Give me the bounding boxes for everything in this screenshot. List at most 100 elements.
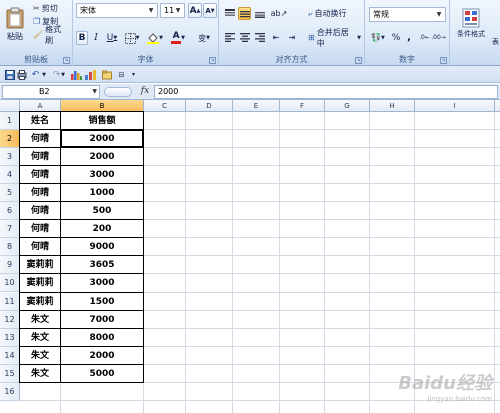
decrease-decimal-button[interactable]: .00→ xyxy=(431,31,446,44)
column-header-c[interactable]: C xyxy=(144,100,186,112)
bold-button[interactable]: B xyxy=(76,31,88,45)
name-cell[interactable]: 窦莉莉 xyxy=(20,293,60,311)
formula-input[interactable]: 2000 xyxy=(154,85,498,99)
font-color-button[interactable]: A ▼ xyxy=(168,31,188,45)
row-header-13[interactable]: 13 xyxy=(0,328,20,347)
cut-button[interactable]: ✂ 剪切 xyxy=(30,3,61,14)
row-header-5[interactable]: 5 xyxy=(0,184,20,203)
shrink-font-button[interactable]: A ▼ xyxy=(203,3,217,18)
format-painter-button[interactable]: 🖌 格式刷 xyxy=(30,25,72,45)
conditional-format-button[interactable]: 条件格式 xyxy=(454,3,488,43)
sales-cell[interactable]: 5000 xyxy=(61,365,143,383)
sales-cell[interactable]: 200 xyxy=(61,220,143,238)
select-all-corner[interactable] xyxy=(0,100,20,112)
chevron-down-icon[interactable]: ▼ xyxy=(146,5,156,16)
name-cell[interactable]: 何晴 xyxy=(20,148,60,166)
qat-menu-icon[interactable]: ▾ xyxy=(127,68,140,81)
align-top-button[interactable] xyxy=(223,7,236,20)
table-format-partial-label[interactable]: 表 xyxy=(492,37,499,47)
merge-center-button[interactable]: ⊞ 合并后居中 ▼ xyxy=(305,28,364,48)
column-header-i[interactable]: I xyxy=(415,100,495,112)
formula-divider-handle[interactable] xyxy=(104,87,132,97)
header-cell-name[interactable]: 姓名 xyxy=(20,112,60,130)
sales-cell[interactable]: 8000 xyxy=(61,329,143,347)
italic-button[interactable]: I xyxy=(90,31,102,45)
chevron-down-icon[interactable]: ▼ xyxy=(92,86,97,98)
wrap-text-button[interactable]: ⤶ 自动换行 xyxy=(305,7,349,20)
name-cell[interactable]: 窦莉莉 xyxy=(20,274,60,292)
sort-icon[interactable] xyxy=(70,68,83,81)
name-box[interactable]: B2 ▼ xyxy=(2,85,100,99)
grow-font-button[interactable]: A ▲ xyxy=(188,3,202,18)
row-header-8[interactable]: 8 xyxy=(0,238,20,257)
column-header-d[interactable]: D xyxy=(186,100,233,112)
sales-cell[interactable]: 9000 xyxy=(61,238,143,256)
row-header-16[interactable]: 16 xyxy=(0,382,20,401)
increase-indent-button[interactable]: ⇥ xyxy=(285,31,299,44)
fx-icon[interactable]: fx xyxy=(137,85,153,99)
row-header-9[interactable]: 9 xyxy=(0,256,20,275)
name-cell[interactable]: 何晴 xyxy=(20,202,60,220)
name-cell[interactable]: 朱文 xyxy=(20,347,60,365)
row-header-14[interactable]: 14 xyxy=(0,346,20,365)
sales-cell[interactable]: 7000 xyxy=(61,311,143,329)
chevron-down-icon[interactable]: ▼ xyxy=(434,9,444,20)
sales-cell[interactable]: 1500 xyxy=(61,293,143,311)
row-header-10[interactable]: 10 xyxy=(0,274,20,293)
chevron-down-icon[interactable]: ▼ xyxy=(173,5,183,16)
align-bottom-button[interactable] xyxy=(253,7,266,20)
number-format-combo[interactable]: 常规 ▼ xyxy=(369,7,446,22)
clipboard-launcher-icon[interactable]: ↘ xyxy=(63,57,70,64)
column-header-f[interactable]: F xyxy=(280,100,325,112)
sales-cell[interactable]: 3605 xyxy=(61,256,143,274)
sales-cell[interactable]: 2000 xyxy=(61,148,143,166)
row-header-2[interactable]: 2 xyxy=(0,130,20,149)
align-center-button[interactable] xyxy=(238,31,251,44)
font-launcher-icon[interactable]: ↘ xyxy=(209,57,216,64)
align-right-button[interactable] xyxy=(253,31,266,44)
row-header-1[interactable]: 1 xyxy=(0,112,20,131)
alignment-launcher-icon[interactable]: ↘ xyxy=(355,57,362,64)
column-header-g[interactable]: G xyxy=(325,100,370,112)
sales-cell[interactable]: 1000 xyxy=(61,184,143,202)
comma-button[interactable]: , xyxy=(404,31,414,44)
row-header-4[interactable]: 4 xyxy=(0,166,20,185)
chart-icon[interactable] xyxy=(84,68,97,81)
increase-decimal-button[interactable]: .0← xyxy=(418,31,431,44)
name-cell[interactable]: 何晴 xyxy=(20,220,60,238)
font-size-combo[interactable]: 11 ▼ xyxy=(160,3,185,18)
chevron-down-icon[interactable]: ▼ xyxy=(60,68,66,81)
name-cell[interactable]: 何晴 xyxy=(20,184,60,202)
name-cell[interactable]: 朱文 xyxy=(20,365,60,383)
currency-button[interactable]: 💱 ▼ xyxy=(369,31,387,44)
sales-cell[interactable]: 3000 xyxy=(61,166,143,184)
borders-button[interactable]: ▼ xyxy=(123,31,141,45)
name-cell[interactable]: 朱文 xyxy=(20,329,60,347)
underline-button[interactable]: U ▼ xyxy=(104,31,120,45)
column-header-h[interactable]: H xyxy=(370,100,415,112)
header-cell-sales[interactable]: 销售额 xyxy=(61,112,143,130)
sales-cell[interactable]: 2000 xyxy=(61,347,143,365)
row-header-15[interactable]: 15 xyxy=(0,364,20,383)
row-header-6[interactable]: 6 xyxy=(0,202,20,221)
name-cell[interactable]: 何晴 xyxy=(20,130,60,148)
align-middle-button[interactable] xyxy=(238,7,251,20)
phonetic-button[interactable]: 变 ▼ xyxy=(194,31,214,45)
align-left-button[interactable] xyxy=(223,31,236,44)
decrease-indent-button[interactable]: ⇤ xyxy=(269,31,283,44)
paste-button[interactable]: 粘贴 xyxy=(2,2,28,46)
orientation-button[interactable]: ab↗ xyxy=(269,7,289,20)
name-cell[interactable]: 何晴 xyxy=(20,166,60,184)
name-cell[interactable]: 窦莉莉 xyxy=(20,256,60,274)
row-header-7[interactable]: 7 xyxy=(0,220,20,239)
name-cell[interactable]: 朱文 xyxy=(20,311,60,329)
row-header-12[interactable]: 12 xyxy=(0,310,20,329)
worksheet-grid[interactable]: ABCDEFGHI 1 2 3 4 5 6 7 8 9 10 11 12 13 14 15 16 姓名 销售额何… xyxy=(0,100,500,413)
sales-cell[interactable]: 3000 xyxy=(61,274,143,292)
sales-cell[interactable]: 2000 xyxy=(61,130,143,148)
number-launcher-icon[interactable]: ↘ xyxy=(440,57,447,64)
column-header-e[interactable]: E xyxy=(233,100,280,112)
fill-color-button[interactable]: ▼ xyxy=(145,31,165,45)
font-name-combo[interactable]: 宋体 ▼ xyxy=(76,3,158,18)
name-cell[interactable]: 何晴 xyxy=(20,238,60,256)
